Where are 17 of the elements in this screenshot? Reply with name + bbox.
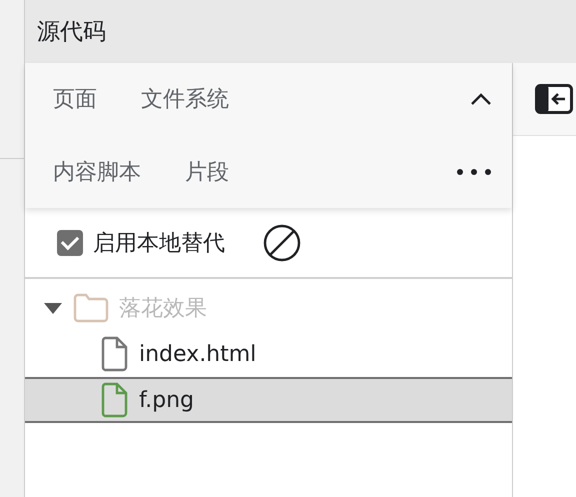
panel-title: 源代码 bbox=[37, 18, 106, 47]
tab[interactable]: 片段 bbox=[185, 156, 229, 187]
expanded-triangle-icon[interactable] bbox=[43, 300, 63, 316]
sidebar-toggle-icon[interactable] bbox=[535, 84, 573, 114]
more-icon[interactable] bbox=[456, 168, 492, 176]
tab[interactable]: 内容脚本 bbox=[53, 156, 141, 187]
collapse-chevron-icon[interactable] bbox=[470, 92, 492, 106]
tree-item[interactable]: f.png bbox=[25, 377, 512, 423]
clear-icon[interactable] bbox=[263, 224, 301, 262]
checkbox-label: 启用本地替代 bbox=[93, 230, 225, 258]
folder-icon bbox=[73, 293, 109, 323]
tab[interactable]: 页面 bbox=[53, 84, 97, 114]
file-icon bbox=[101, 336, 129, 372]
tree-item[interactable]: index.html bbox=[25, 331, 512, 377]
tab[interactable]: 文件系统 bbox=[141, 84, 229, 114]
file-icon bbox=[101, 382, 129, 418]
checkbox[interactable] bbox=[57, 230, 83, 256]
